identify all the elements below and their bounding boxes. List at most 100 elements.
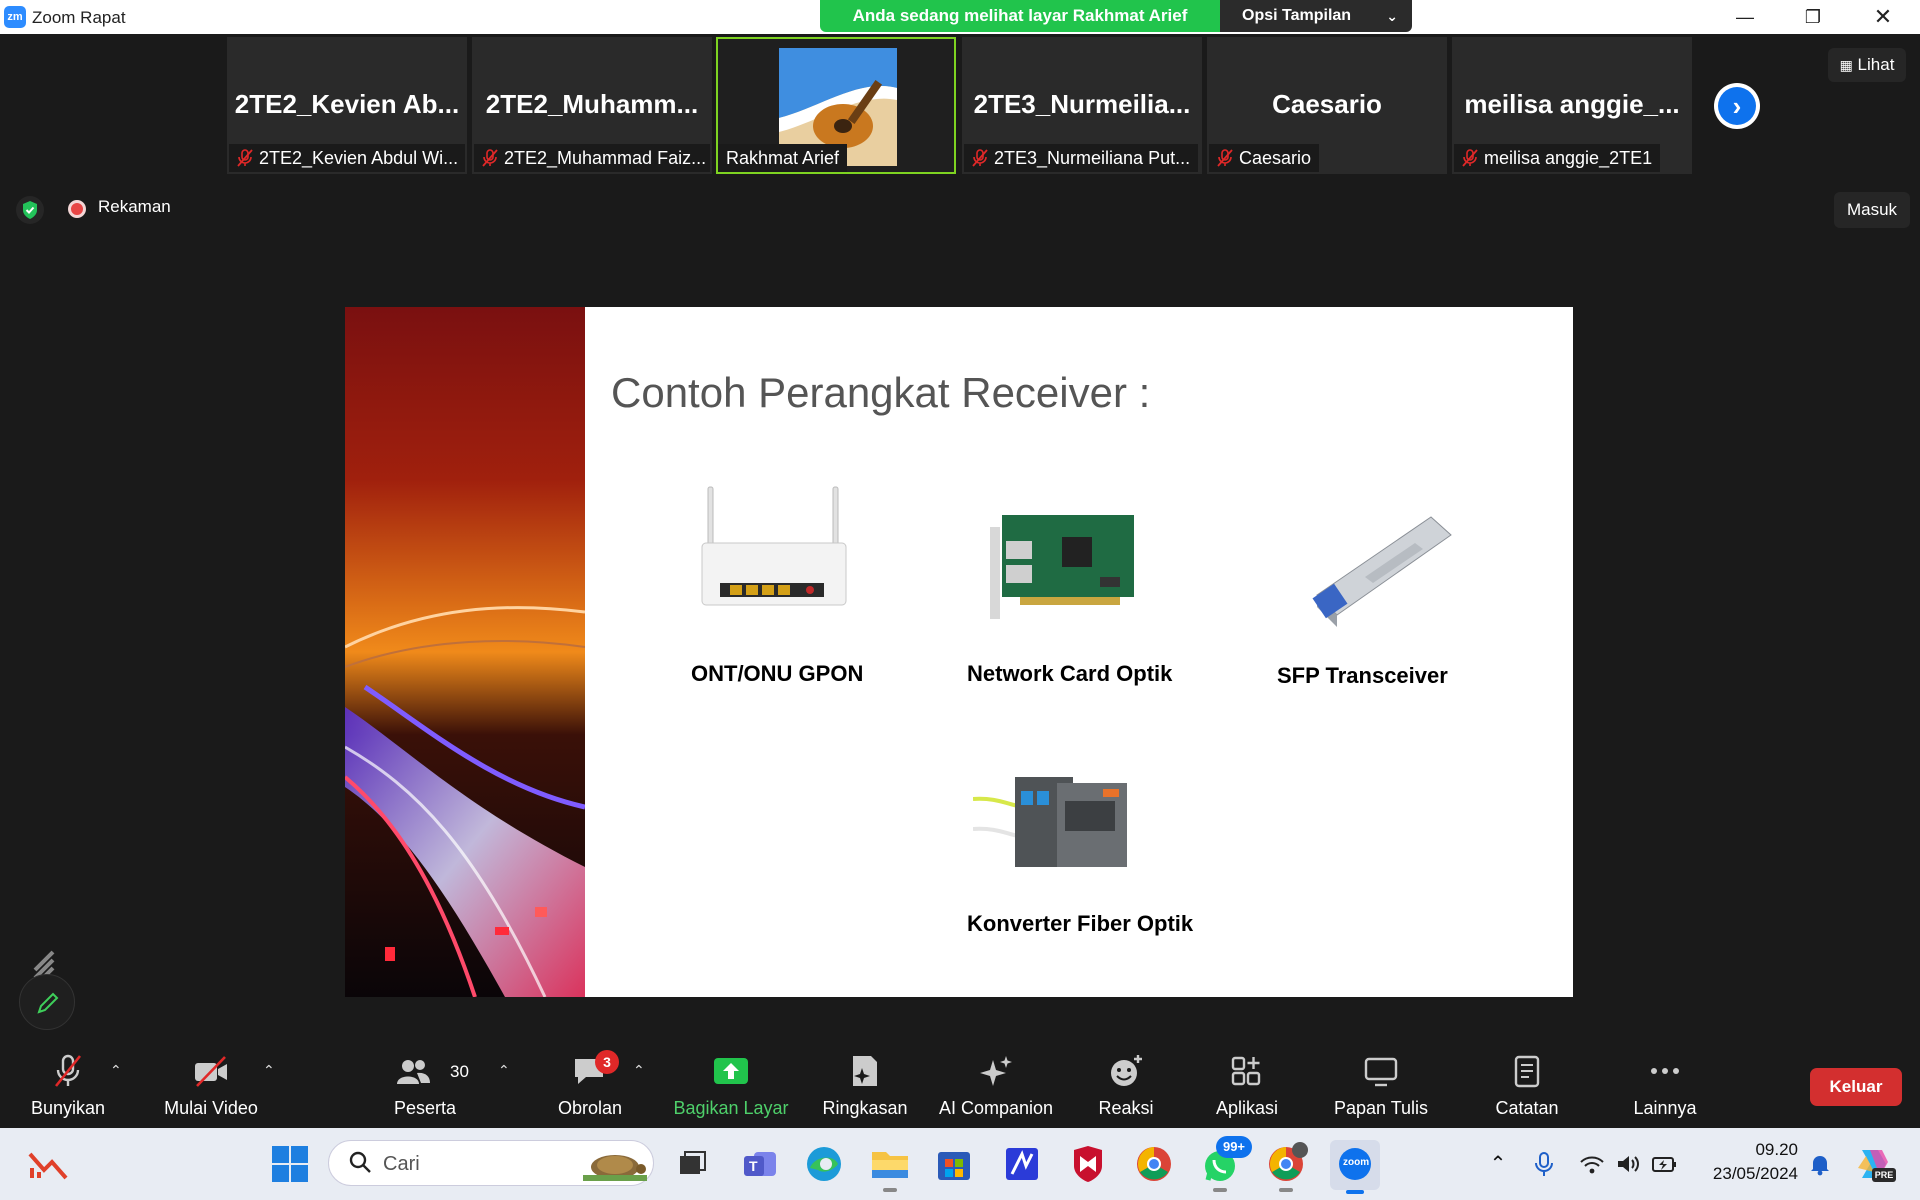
whiteboard-button[interactable]: Papan Tulis bbox=[1328, 1042, 1434, 1128]
taskbar-clock[interactable]: 09.20 23/05/2024 bbox=[1698, 1138, 1798, 1186]
participants-button[interactable]: 30 Peserta bbox=[380, 1042, 470, 1128]
participant-name-tag: 2TE3_Nurmeiliana Put... bbox=[964, 144, 1199, 172]
video-off-icon bbox=[195, 1056, 227, 1087]
reactions-button[interactable]: Reaksi bbox=[1086, 1042, 1166, 1128]
copilot-icon[interactable]: PRE bbox=[1852, 1142, 1896, 1186]
participant-tile[interactable]: 2TE2_Kevien Ab... 2TE2_Kevien Abdul Wi..… bbox=[227, 37, 467, 174]
summary-button[interactable]: Ringkasan bbox=[818, 1042, 912, 1128]
share-screen-label: Bagikan Layar bbox=[673, 1098, 789, 1118]
wifi-icon[interactable] bbox=[1578, 1150, 1606, 1178]
sfp-transceiver-image bbox=[1312, 516, 1452, 627]
stocks-widget-icon[interactable] bbox=[28, 1150, 68, 1180]
minimize-button[interactable]: — bbox=[1720, 0, 1770, 34]
apps-button[interactable]: Aplikasi bbox=[1200, 1042, 1294, 1128]
mic-muted-icon bbox=[237, 149, 253, 167]
participant-name: 2TE3_Nurmeiliana Put... bbox=[994, 148, 1191, 168]
participant-name: Caesario bbox=[1239, 148, 1312, 168]
ai-companion-button[interactable]: AI Companion bbox=[934, 1042, 1058, 1128]
battery-charging-icon[interactable] bbox=[1650, 1150, 1678, 1178]
shared-screen: Contoh Perangkat Receiver : ONT/ONU GPON… bbox=[345, 307, 1573, 997]
next-page-button[interactable]: › bbox=[1714, 83, 1760, 129]
video-options-caret-icon[interactable]: ⌃ bbox=[263, 1062, 275, 1079]
window-title: Zoom Rapat bbox=[32, 8, 126, 27]
chrome-profile-icon[interactable] bbox=[1262, 1140, 1310, 1192]
participant-display-name: meilisa anggie_... bbox=[1464, 89, 1680, 119]
search-icon bbox=[349, 1151, 371, 1173]
enter-button[interactable]: Masuk bbox=[1834, 192, 1910, 228]
device-label: ONT/ONU GPON bbox=[691, 661, 864, 686]
mic-muted-icon bbox=[482, 149, 498, 167]
notes-button[interactable]: Catatan bbox=[1484, 1042, 1570, 1128]
start-video-button[interactable]: Mulai Video bbox=[156, 1042, 266, 1128]
leave-button[interactable]: Keluar bbox=[1810, 1068, 1902, 1106]
chrome-icon[interactable] bbox=[1130, 1140, 1178, 1188]
fiber-converter-image bbox=[973, 777, 1127, 867]
more-label: Lainnya bbox=[1633, 1098, 1697, 1118]
summary-icon bbox=[853, 1056, 877, 1086]
zoom-taskbar-label: zoom bbox=[1343, 1157, 1370, 1168]
mic-muted-icon bbox=[54, 1054, 82, 1087]
participants-options-caret-icon[interactable]: ⌃ bbox=[498, 1062, 510, 1079]
participant-tile-active-speaker[interactable]: Rakhmat Arief bbox=[716, 37, 956, 174]
chat-label: Obrolan bbox=[557, 1098, 623, 1118]
store-icon[interactable] bbox=[930, 1140, 978, 1188]
chat-options-caret-icon[interactable]: ⌃ bbox=[633, 1062, 645, 1079]
apps-icon bbox=[1231, 1056, 1261, 1086]
device-label: Konverter Fiber Optik bbox=[967, 911, 1194, 936]
reactions-label: Reaksi bbox=[1098, 1098, 1154, 1118]
zoom-taskbar-icon[interactable]: zoom bbox=[1330, 1140, 1380, 1194]
notes-label: Catatan bbox=[1495, 1098, 1559, 1118]
more-button[interactable]: Lainnya bbox=[1622, 1042, 1708, 1128]
volume-icon[interactable] bbox=[1614, 1150, 1642, 1178]
whatsapp-badge: 99+ bbox=[1216, 1136, 1252, 1158]
meeting-toolbar: Bunyikan ⌃ Mulai Video ⌃ 30 Peserta ⌃ 3 … bbox=[0, 1042, 1920, 1128]
file-explorer-icon[interactable] bbox=[866, 1140, 914, 1192]
share-screen-button[interactable]: Bagikan Layar bbox=[668, 1042, 794, 1128]
mcafee-icon[interactable] bbox=[1064, 1140, 1112, 1188]
participant-tile[interactable]: meilisa anggie_... meilisa anggie_2TE1 bbox=[1452, 37, 1692, 174]
view-button[interactable]: ▦ Lihat bbox=[1828, 48, 1906, 82]
teams-icon[interactable]: T bbox=[736, 1140, 784, 1188]
participant-name: 2TE2_Muhammad Faiz... bbox=[504, 148, 707, 168]
ont-router-image bbox=[701, 486, 847, 606]
notification-bell-icon[interactable] bbox=[1806, 1150, 1834, 1178]
more-icon bbox=[1651, 1068, 1679, 1074]
app-active-indicator bbox=[1346, 1190, 1364, 1194]
mic-muted-icon bbox=[1217, 149, 1233, 167]
whatsapp-icon[interactable]: 99+ bbox=[1196, 1136, 1252, 1192]
tray-expand-icon[interactable]: ⌃ bbox=[1484, 1150, 1512, 1178]
slide-title: Contoh Perangkat Receiver : bbox=[611, 369, 1151, 416]
edge-icon[interactable] bbox=[800, 1140, 848, 1188]
participant-name-tag: Rakhmat Arief bbox=[718, 144, 848, 172]
chat-button[interactable]: 3 Obrolan bbox=[545, 1042, 635, 1128]
apps-label: Aplikasi bbox=[1215, 1098, 1279, 1118]
security-shield-icon[interactable] bbox=[16, 196, 44, 224]
whiteboard-icon bbox=[1364, 1057, 1398, 1087]
task-view-icon[interactable] bbox=[668, 1140, 716, 1188]
close-button[interactable]: ✕ bbox=[1858, 0, 1908, 34]
participant-name-tag: meilisa anggie_2TE1 bbox=[1454, 144, 1661, 172]
participant-tile[interactable]: 2TE3_Nurmeilia... 2TE3_Nurmeiliana Put..… bbox=[962, 37, 1202, 174]
participant-tile[interactable]: Caesario Caesario bbox=[1207, 37, 1447, 174]
view-options-dropdown[interactable]: Opsi Tampilan ⌄ bbox=[1220, 0, 1412, 32]
participant-name-tag: 2TE2_Muhammad Faiz... bbox=[474, 144, 710, 172]
unmute-button[interactable]: Bunyikan bbox=[18, 1042, 118, 1128]
microphone-icon[interactable] bbox=[1530, 1150, 1558, 1178]
taskbar-search-input[interactable]: Cari bbox=[328, 1140, 654, 1186]
mic-muted-icon bbox=[1462, 149, 1478, 167]
recording-label[interactable]: Rekaman bbox=[98, 197, 171, 217]
share-banner: Anda sedang melihat layar Rakhmat Arief bbox=[820, 0, 1220, 32]
restore-button[interactable]: ❐ bbox=[1788, 0, 1838, 34]
audio-options-caret-icon[interactable]: ⌃ bbox=[110, 1062, 122, 1079]
ai-companion-label: AI Companion bbox=[938, 1098, 1054, 1118]
participant-display-name: 2TE3_Nurmeilia... bbox=[973, 89, 1191, 119]
svg-text:T: T bbox=[749, 1158, 758, 1174]
windows-start-icon[interactable] bbox=[266, 1140, 314, 1188]
annotate-pencil-button[interactable] bbox=[19, 974, 75, 1030]
participants-icon bbox=[397, 1060, 430, 1084]
mathtype-icon[interactable] bbox=[998, 1140, 1046, 1188]
windows-taskbar: Cari T 99+ zoom ⌃ 09.20 23/05/2024 PRE bbox=[0, 1128, 1920, 1200]
network-card-image bbox=[990, 515, 1134, 619]
participant-tile[interactable]: 2TE2_Muhamm... 2TE2_Muhammad Faiz... bbox=[472, 37, 712, 174]
slide-decorative-artwork bbox=[345, 307, 585, 997]
